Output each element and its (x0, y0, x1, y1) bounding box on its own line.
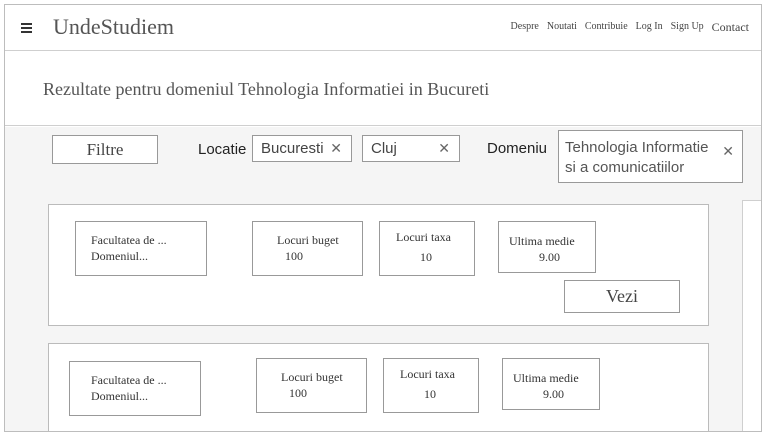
domain-chip-line2: si a comunicatiilor (565, 159, 685, 176)
budget-seats-value: 100 (289, 386, 307, 400)
tax-seats-box: Locuri taxa 10 (379, 221, 475, 276)
last-average-box: Ultima medie 9.00 (498, 221, 596, 273)
result-card: Facultatea de ... Domeniul... Locuri bug… (48, 343, 709, 431)
tax-seats-label: Locuri taxa (400, 367, 455, 381)
budget-seats-value: 100 (285, 249, 303, 263)
scrollbar[interactable] (742, 200, 761, 431)
nav-link-login[interactable]: Log In (636, 21, 663, 35)
faculty-box[interactable]: Facultatea de ... Domeniul... (75, 221, 207, 276)
close-icon[interactable]: ✕ (722, 141, 734, 161)
last-average-value: 9.00 (543, 387, 564, 401)
budget-seats-label: Locuri buget (277, 233, 339, 247)
tax-seats-box: Locuri taxa 10 (383, 358, 479, 413)
results-area: Filtre Locatie Bucuresti ✕ Cluj ✕ Domeni… (5, 127, 761, 431)
location-chip-label: Bucuresti (261, 140, 324, 157)
nav-link-despre[interactable]: Despre (511, 21, 539, 35)
location-label: Locatie (198, 141, 247, 158)
faculty-domain: Domeniul... (91, 249, 148, 263)
faculty-domain: Domeniul... (91, 389, 148, 403)
budget-seats-box: Locuri buget 100 (252, 221, 363, 276)
nav-link-contribuie[interactable]: Contribuie (585, 21, 628, 35)
budget-seats-box: Locuri buget 100 (256, 358, 367, 413)
tax-seats-value: 10 (420, 250, 432, 264)
last-average-label: Ultima medie (513, 371, 579, 385)
results-header: Rezultate pentru domeniul Tehnologia Inf… (5, 52, 761, 126)
app-window: UndeStudiem Despre Noutati Contribuie Lo… (4, 4, 762, 432)
last-average-label: Ultima medie (509, 234, 575, 248)
location-chip-cluj[interactable]: Cluj ✕ (362, 135, 460, 162)
domain-label: Domeniu (487, 140, 548, 157)
filters-button[interactable]: Filtre (52, 135, 158, 164)
budget-seats-label: Locuri buget (281, 370, 343, 384)
top-header: UndeStudiem Despre Noutati Contribuie Lo… (5, 5, 761, 51)
tax-seats-value: 10 (424, 387, 436, 401)
faculty-box[interactable]: Facultatea de ... Domeniul... (69, 361, 201, 416)
nav-link-noutati[interactable]: Noutati (547, 21, 577, 35)
last-average-value: 9.00 (539, 250, 560, 264)
close-icon[interactable]: ✕ (438, 136, 450, 161)
result-card: Facultatea de ... Domeniul... Locuri bug… (48, 204, 709, 326)
site-logo[interactable]: UndeStudiem (53, 14, 174, 40)
location-chip-bucuresti[interactable]: Bucuresti ✕ (252, 135, 352, 162)
tax-seats-label: Locuri taxa (396, 230, 451, 244)
page-title: Rezultate pentru domeniul Tehnologia Inf… (43, 79, 490, 99)
nav-link-contact[interactable]: Contact (712, 20, 749, 35)
domain-chip[interactable]: Tehnologia Informatie si a comunicatiilo… (558, 130, 743, 183)
domain-chip-line1: Tehnologia Informatie (565, 139, 709, 156)
close-icon[interactable]: ✕ (330, 136, 342, 161)
view-button[interactable]: Vezi (564, 280, 680, 313)
faculty-name: Facultatea de ... (91, 233, 167, 247)
nav-link-signup[interactable]: Sign Up (671, 21, 704, 35)
last-average-box: Ultima medie 9.00 (502, 358, 600, 410)
hamburger-menu-icon[interactable] (19, 18, 35, 34)
location-chip-label: Cluj (371, 140, 397, 157)
top-nav: Despre Noutati Contribuie Log In Sign Up… (511, 20, 749, 35)
faculty-name: Facultatea de ... (91, 373, 167, 387)
